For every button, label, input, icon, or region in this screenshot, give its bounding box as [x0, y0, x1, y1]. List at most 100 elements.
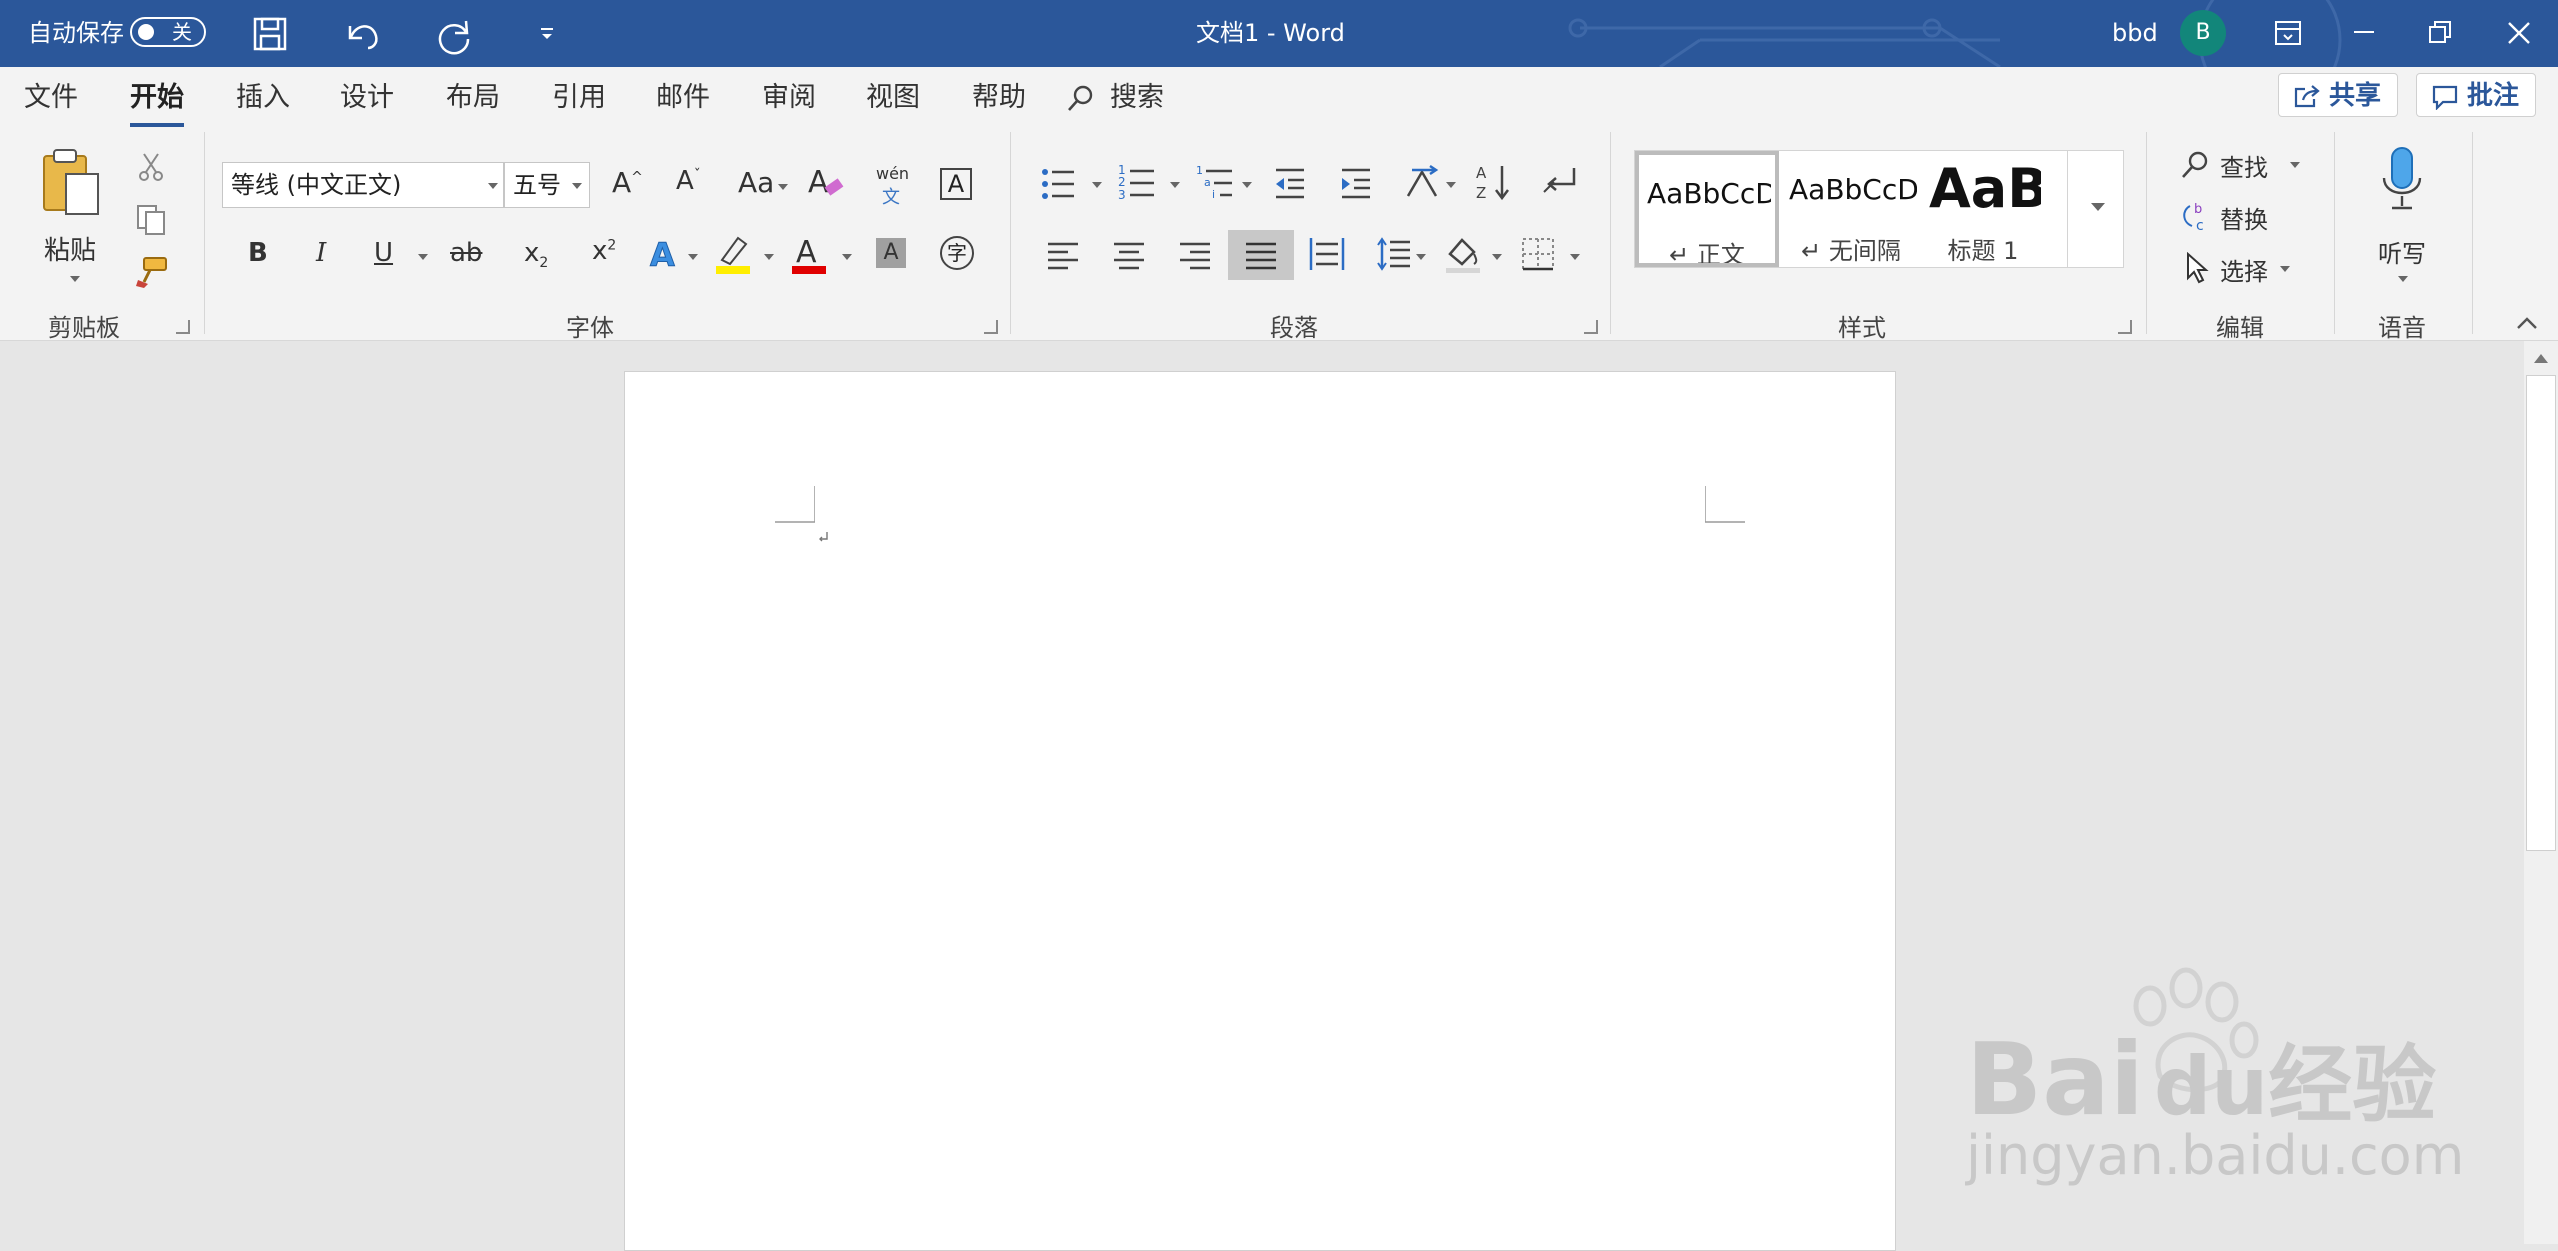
styles-gallery[interactable]: AaBbCcDc ↵ 正文 AaBbCcDc ↵ 无间隔 AaBl 标题 1 — [1634, 150, 2124, 268]
dictate-label: 听写 — [2378, 240, 2426, 268]
text-effects-dropdown-arrow[interactable] — [688, 254, 698, 260]
paragraph-dialog-launcher[interactable] — [1584, 320, 1598, 334]
avatar[interactable]: B — [2180, 10, 2226, 56]
superscript-button[interactable]: x2 — [592, 236, 616, 266]
vertical-scrollbar[interactable] — [2524, 341, 2558, 1244]
shading-dropdown-arrow[interactable] — [1492, 254, 1502, 260]
style-item-no-spacing[interactable]: AaBbCcDc ↵ 无间隔 — [1781, 151, 1921, 267]
increase-indent-icon[interactable] — [1338, 166, 1374, 200]
font-color-icon[interactable]: A — [790, 232, 830, 276]
format-painter-icon[interactable] — [134, 254, 170, 290]
tab-view[interactable]: 视图 — [866, 67, 920, 127]
font-name-dropdown-arrow[interactable] — [488, 183, 498, 189]
replace-button[interactable]: b c 替换 — [2180, 198, 2310, 234]
scroll-up-arrow-icon[interactable] — [2532, 351, 2550, 365]
tab-file[interactable]: 文件 — [24, 67, 78, 127]
save-icon[interactable] — [252, 16, 288, 52]
bullets-dropdown-arrow[interactable] — [1092, 182, 1102, 188]
phonetic-guide-button[interactable]: wén 文 — [876, 164, 909, 208]
line-spacing-icon[interactable] — [1376, 236, 1412, 272]
tab-review[interactable]: 审阅 — [762, 67, 816, 127]
dictate-button[interactable]: 听写 — [2360, 146, 2444, 294]
restore-icon[interactable] — [2428, 20, 2452, 44]
distributed-icon[interactable] — [1308, 236, 1346, 272]
tab-design[interactable]: 设计 — [340, 67, 394, 127]
clipboard-dialog-launcher[interactable] — [176, 320, 190, 334]
replace-label: 替换 — [2220, 206, 2268, 234]
style-item-normal[interactable]: AaBbCcDc ↵ 正文 — [1635, 151, 1779, 267]
line-spacing-dropdown-arrow[interactable] — [1416, 254, 1426, 260]
underline-dropdown-arrow[interactable] — [418, 254, 428, 260]
redo-icon[interactable] — [434, 13, 476, 55]
font-name-combo[interactable]: 等线 (中文正文) — [222, 162, 504, 208]
chinese-layout-dropdown-arrow[interactable] — [1446, 182, 1456, 188]
collapse-ribbon-icon[interactable] — [2516, 316, 2538, 330]
font-dialog-launcher[interactable] — [984, 320, 998, 334]
font-color-dropdown-arrow[interactable] — [842, 254, 852, 260]
style-item-heading-1[interactable]: AaBl 标题 1 — [1921, 151, 2045, 267]
enclose-characters-button[interactable]: 字 — [940, 236, 974, 270]
autosave-toggle[interactable]: 关 — [130, 17, 206, 47]
group-separator — [2334, 132, 2335, 334]
select-button[interactable]: 选择 — [2180, 250, 2310, 286]
character-border-button[interactable]: A — [940, 168, 972, 200]
document-page[interactable] — [624, 371, 1896, 1251]
tab-mailings[interactable]: 邮件 — [656, 67, 710, 127]
undo-icon[interactable] — [342, 14, 382, 52]
watermark-brand-cn: 经验 — [2268, 1036, 2437, 1134]
chinese-layout-icon[interactable] — [1404, 164, 1444, 202]
sort-icon[interactable]: A Z — [1474, 162, 1514, 202]
copy-icon[interactable] — [134, 202, 168, 236]
minimize-icon[interactable] — [2352, 28, 2376, 36]
numbering-dropdown-arrow[interactable] — [1170, 182, 1180, 188]
change-case-button[interactable]: Aa — [738, 166, 774, 199]
find-button[interactable]: 查找 — [2180, 146, 2310, 182]
underline-button[interactable]: U — [374, 238, 393, 268]
shading-icon[interactable] — [1444, 234, 1482, 274]
highlight-dropdown-arrow[interactable] — [764, 254, 774, 260]
cut-icon[interactable] — [136, 150, 166, 182]
subscript-button[interactable]: x2 — [524, 238, 548, 271]
justify-button[interactable] — [1228, 230, 1294, 280]
align-right-icon[interactable] — [1178, 240, 1212, 270]
styles-dialog-launcher[interactable] — [2118, 320, 2132, 334]
comments-button[interactable]: 批注 — [2416, 73, 2536, 117]
font-size-dropdown-arrow[interactable] — [572, 183, 582, 189]
multilevel-dropdown-arrow[interactable] — [1242, 182, 1252, 188]
grow-font-icon[interactable]: A^ — [612, 166, 643, 199]
tab-insert[interactable]: 插入 — [236, 67, 290, 127]
align-left-icon[interactable] — [1046, 240, 1080, 270]
text-effects-icon[interactable]: A — [646, 234, 686, 275]
borders-icon[interactable] — [1520, 236, 1556, 272]
paste-button[interactable]: 粘贴 — [20, 146, 130, 286]
show-paragraph-marks-icon[interactable] — [1540, 164, 1580, 200]
shrink-font-icon[interactable]: Aˇ — [676, 166, 701, 196]
borders-dropdown-arrow[interactable] — [1570, 254, 1580, 260]
clear-formatting-icon[interactable]: A — [806, 162, 846, 202]
numbering-icon[interactable]: 123 — [1118, 164, 1156, 202]
scrollbar-thumb[interactable] — [2526, 375, 2556, 851]
styles-more-arrow[interactable] — [2091, 203, 2105, 211]
bold-button[interactable]: B — [248, 238, 268, 268]
multilevel-list-icon[interactable]: 1ai — [1196, 164, 1234, 202]
tab-layout[interactable]: 布局 — [446, 67, 500, 127]
share-button[interactable]: 共享 — [2278, 73, 2398, 117]
change-case-dropdown-arrow[interactable] — [778, 184, 788, 190]
style-name: ↵ 无间隔 — [1801, 237, 1901, 265]
strikethrough-button[interactable]: ab — [450, 238, 482, 268]
tab-home[interactable]: 开始 — [130, 67, 184, 127]
close-icon[interactable] — [2506, 20, 2532, 46]
tab-references[interactable]: 引用 — [552, 67, 606, 127]
character-shading-button[interactable]: A — [876, 238, 906, 268]
bullets-icon[interactable] — [1040, 166, 1076, 202]
customize-quick-access-icon[interactable] — [538, 26, 556, 42]
italic-button[interactable]: I — [316, 238, 326, 268]
ribbon-display-options-icon[interactable] — [2274, 20, 2302, 46]
user-name[interactable]: bbd — [2112, 0, 2158, 67]
highlight-color-icon[interactable] — [714, 232, 754, 276]
dictate-dropdown-arrow — [2398, 276, 2408, 282]
align-center-icon[interactable] — [1112, 240, 1146, 270]
svg-text:a: a — [1204, 176, 1211, 189]
decrease-indent-icon[interactable] — [1272, 166, 1308, 200]
tab-help[interactable]: 帮助 — [972, 67, 1026, 127]
